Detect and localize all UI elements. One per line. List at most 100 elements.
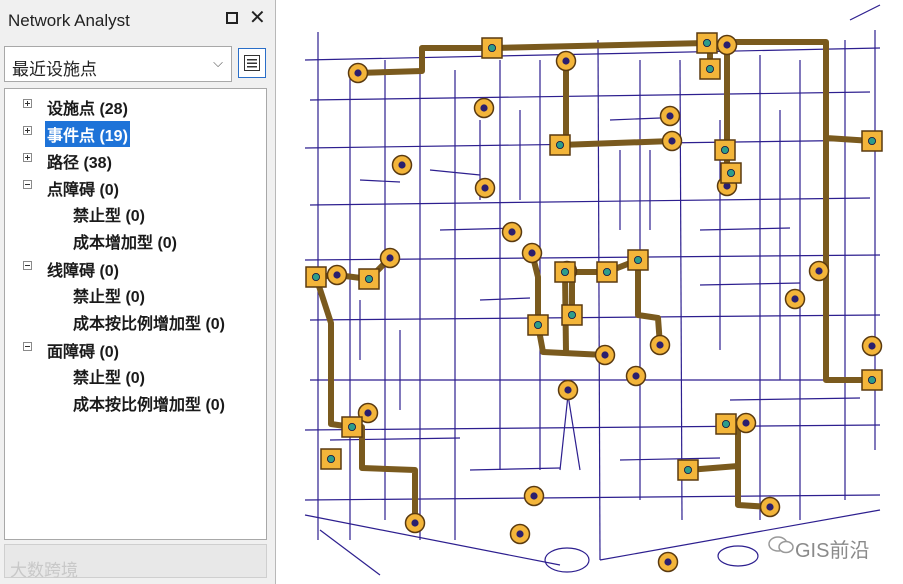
analysis-layer-value: 最近设施点 <box>12 60 97 79</box>
street-segment <box>309 197 871 206</box>
street-segment <box>679 59 683 521</box>
facility-marker[interactable] <box>861 130 883 152</box>
watermark-left: 大数跨境 <box>10 561 78 580</box>
facility-marker[interactable] <box>720 162 742 184</box>
layer-properties-icon <box>244 55 260 71</box>
street-segment <box>304 47 881 61</box>
tree-node-label[interactable]: 点障碍 (0) <box>45 175 121 201</box>
facility-marker[interactable] <box>527 314 549 336</box>
street-segment <box>359 179 401 183</box>
incident-marker[interactable] <box>473 97 495 119</box>
street-segment <box>699 282 801 286</box>
tree-node-label[interactable]: 面障碍 (0) <box>45 337 121 363</box>
tree-node-label[interactable]: 线障碍 (0) <box>45 256 121 282</box>
street-segment <box>597 39 601 561</box>
incident-marker[interactable] <box>391 154 413 176</box>
expand-icon[interactable] <box>23 153 32 162</box>
route-line[interactable] <box>529 252 541 325</box>
incident-marker[interactable] <box>661 130 683 152</box>
incident-marker[interactable] <box>474 177 496 199</box>
expand-icon[interactable] <box>23 99 32 108</box>
incident-marker[interactable] <box>379 247 401 269</box>
street-segment <box>469 467 561 471</box>
facility-marker[interactable] <box>305 266 327 288</box>
incident-marker[interactable] <box>625 365 647 387</box>
tree-child-item[interactable]: 成本按比例增加型 (0) <box>73 310 225 334</box>
facility-marker[interactable] <box>549 134 571 156</box>
street-segment <box>304 424 881 431</box>
wechat-watermark-icon <box>768 536 794 554</box>
collapse-icon[interactable] <box>23 180 32 189</box>
incident-marker[interactable] <box>759 496 781 518</box>
facility-marker[interactable] <box>696 32 718 54</box>
facility-marker[interactable] <box>554 261 576 283</box>
map-canvas[interactable] <box>278 0 903 584</box>
roundabout <box>544 547 590 573</box>
street-segment <box>304 494 881 501</box>
tree-child-item[interactable]: 禁止型 (0) <box>73 202 145 226</box>
collapse-icon[interactable] <box>23 261 32 270</box>
layer-properties-button[interactable] <box>238 48 266 78</box>
close-button[interactable]: ✕ <box>249 6 266 30</box>
street-segment <box>729 397 861 401</box>
facility-marker[interactable] <box>715 413 737 435</box>
route-lines <box>313 39 873 523</box>
chevron-down-icon[interactable]: ⌵ <box>213 55 223 71</box>
street-segment <box>309 91 871 101</box>
street-segment <box>699 227 791 231</box>
incident-marker[interactable] <box>509 523 531 545</box>
tree-child-item[interactable]: 禁止型 (0) <box>73 364 145 388</box>
incident-marker[interactable] <box>555 50 577 72</box>
incident-marker[interactable] <box>657 551 679 573</box>
incident-marker[interactable] <box>326 264 348 286</box>
street-segment <box>567 394 581 471</box>
incident-marker[interactable] <box>347 62 369 84</box>
street-segment <box>849 4 881 21</box>
tree-node-label[interactable]: 设施点 (28) <box>45 94 130 120</box>
incident-marker[interactable] <box>557 379 579 401</box>
incident-marker[interactable] <box>523 485 545 507</box>
incident-marker[interactable] <box>649 334 671 356</box>
analysis-layer-dropdown[interactable]: 最近设施点 ⌵ <box>4 46 232 82</box>
incident-marker[interactable] <box>501 221 523 243</box>
facility-marker[interactable] <box>714 139 736 161</box>
tree-child-item[interactable]: 成本增加型 (0) <box>73 229 177 253</box>
incident-marker[interactable] <box>521 242 543 264</box>
facility-marker[interactable] <box>358 268 380 290</box>
incident-marker[interactable] <box>716 34 738 56</box>
tree-child-item[interactable]: 成本按比例增加型 (0) <box>73 391 225 415</box>
incident-marker[interactable] <box>659 105 681 127</box>
incident-marker[interactable] <box>735 412 757 434</box>
facility-marker[interactable] <box>596 261 618 283</box>
incident-marker[interactable] <box>594 344 616 366</box>
incident-marker[interactable] <box>404 512 426 534</box>
tree-node-label[interactable]: 事件点 (19) <box>45 121 130 147</box>
facility-marker[interactable] <box>627 249 649 271</box>
maximize-button[interactable] <box>226 12 238 24</box>
watermark-right: GIS前沿 <box>795 540 870 562</box>
route-line[interactable] <box>557 61 673 148</box>
incident-points <box>326 34 883 573</box>
street-segment <box>619 457 721 461</box>
facility-marker[interactable] <box>861 369 883 391</box>
facility-marker[interactable] <box>677 459 699 481</box>
tree-child-item[interactable]: 禁止型 (0) <box>73 283 145 307</box>
facility-marker[interactable] <box>320 448 342 470</box>
street-segment <box>609 117 661 121</box>
facility-marker[interactable] <box>561 304 583 326</box>
incident-marker[interactable] <box>808 260 830 282</box>
incident-marker[interactable] <box>784 288 806 310</box>
expand-icon[interactable] <box>23 126 32 135</box>
collapse-icon[interactable] <box>23 342 32 351</box>
facility-marker[interactable] <box>341 416 363 438</box>
facility-marker[interactable] <box>699 58 721 80</box>
network-analyst-panel: Network Analyst ✕ 最近设施点 ⌵ 设施点 (28) 事件点 (1… <box>0 0 276 584</box>
panel-title: Network Analyst <box>8 11 130 30</box>
facility-marker[interactable] <box>481 37 503 59</box>
analysis-tree: 设施点 (28) 事件点 (19) 路径 (38) 点障碍 (0) 禁止型 (0) 成本增… <box>4 88 267 540</box>
street-segment <box>559 394 569 471</box>
route-line[interactable] <box>352 424 418 523</box>
tree-node-label[interactable]: 路径 (38) <box>45 148 114 174</box>
incident-marker[interactable] <box>861 335 883 357</box>
roundabout <box>717 545 759 567</box>
